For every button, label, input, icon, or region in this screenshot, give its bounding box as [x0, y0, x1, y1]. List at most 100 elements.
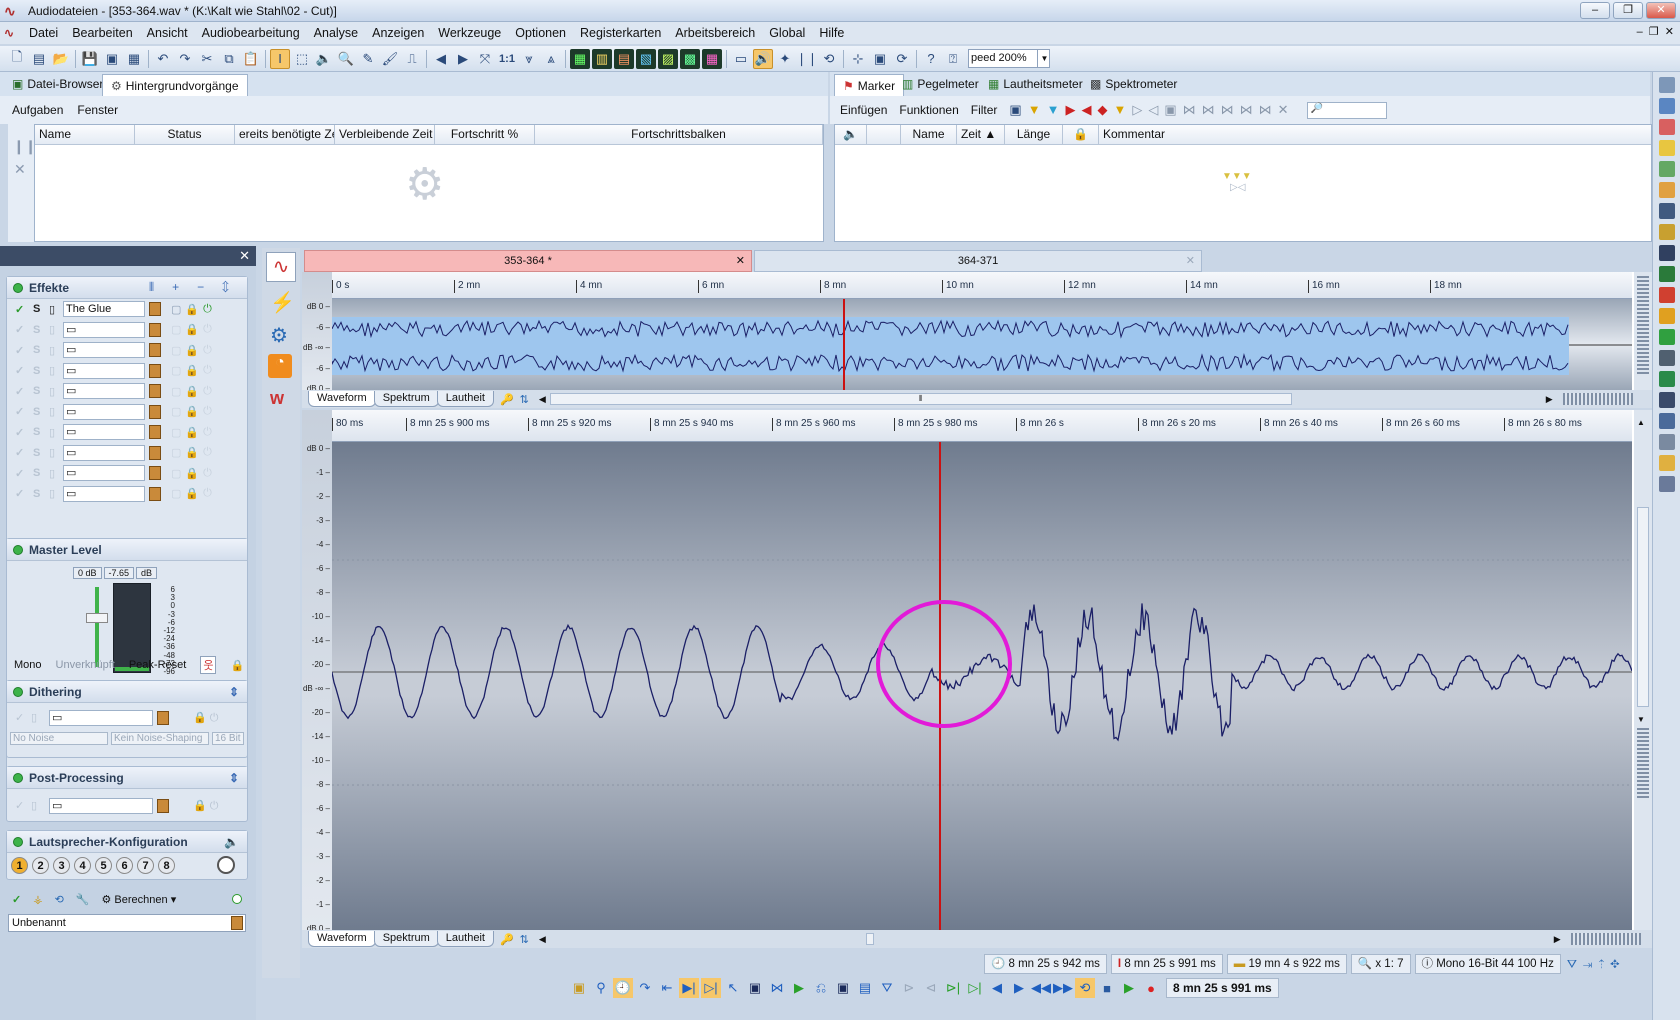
menu-fenster[interactable]: Fenster	[77, 103, 118, 117]
effect-slot-marker-icon[interactable]: ▯	[49, 385, 63, 398]
refresh-icon[interactable]: ⟳	[892, 49, 912, 69]
dithering-power-icon[interactable]	[13, 686, 23, 697]
effect-enable-check-icon[interactable]: ✓	[15, 446, 33, 459]
col-progress[interactable]: Fortschritt %	[435, 125, 535, 144]
effect-solo-button[interactable]: S	[33, 385, 49, 397]
transport-cursor-icon[interactable]: ↖	[723, 978, 743, 998]
speaker-dial-icon[interactable]	[217, 856, 235, 874]
speaker-button-5[interactable]: 5	[95, 856, 112, 874]
overview-tab-waveform[interactable]: Waveform	[308, 391, 376, 407]
effect-window-icon[interactable]: ▢	[171, 323, 181, 336]
mdi-controls[interactable]: – ❐ ✕	[1637, 25, 1674, 38]
doc-tab-353-364[interactable]: 353-364 * ✕	[304, 250, 752, 272]
right-dock-icon-3[interactable]	[1658, 119, 1675, 135]
fader-knob[interactable]	[86, 613, 108, 623]
overview-hscroll[interactable]: ⦀	[549, 393, 1292, 405]
transport-rewind-icon[interactable]: ◀	[987, 978, 1007, 998]
menu-optionen[interactable]: Optionen	[508, 22, 573, 44]
speaker-button-2[interactable]: 2	[32, 856, 49, 874]
marker-tools-icons[interactable]: ▣▼▼▶◀◆▼▷◁▣⋈⋈⋈⋈⋈✕	[1009, 102, 1294, 118]
doc-tab-364-371[interactable]: 364-371 ✕	[754, 250, 1202, 272]
meter-icon-7[interactable]: ▦	[702, 48, 722, 69]
back-icon[interactable]: ◀	[431, 49, 451, 69]
col-marker-length[interactable]: Länge	[1005, 125, 1063, 144]
new-dropdown-icon[interactable]: ▤	[29, 49, 49, 69]
right-dock-icon-17[interactable]	[1658, 413, 1675, 429]
text-cursor-icon[interactable]: I	[270, 48, 290, 69]
tab-hintergrundvorgaenge[interactable]: ⚙ Hintergrundvorgänge	[102, 74, 248, 96]
unlinked-toggle[interactable]: Unverknüpft	[56, 659, 115, 671]
effect-power-icon[interactable]: ⏻	[203, 446, 212, 459]
effect-solo-button[interactable]: S	[33, 303, 49, 315]
right-dock-icon-16[interactable]	[1658, 392, 1675, 408]
effect-slot-marker-icon[interactable]: ▯	[49, 467, 63, 480]
doc-tab-close-icon-2[interactable]: ✕	[1186, 251, 1195, 271]
speaker-button-8[interactable]: 8	[158, 856, 175, 874]
transport-loop-icon[interactable]: ↷	[635, 978, 655, 998]
effect-lock-icon[interactable]: 🔒	[185, 487, 199, 500]
transport-film3-icon[interactable]: ▤	[855, 978, 875, 998]
transport-next-marker-icon[interactable]: ⊲	[921, 978, 941, 998]
close-button[interactable]: ✕	[1646, 2, 1676, 19]
transport-fast-forward-icon[interactable]: ▶▶	[1053, 978, 1073, 998]
effect-slot-marker-icon[interactable]: ▯	[49, 303, 63, 316]
speaker-icon[interactable]: 🔈	[224, 835, 239, 849]
effect-enable-check-icon[interactable]: ✓	[15, 344, 33, 357]
detail-canvas[interactable]	[331, 442, 1633, 930]
columns-icon[interactable]: ❘❘	[796, 49, 818, 69]
detail-tab-waveform[interactable]: Waveform	[308, 931, 376, 947]
menu-global[interactable]: Global	[762, 22, 812, 44]
link-icon[interactable]: ⟲	[55, 893, 64, 906]
meter-icon-5[interactable]: ▨	[658, 48, 678, 69]
effect-slot-marker-icon[interactable]: ▯	[49, 487, 63, 500]
effekte-header-tools[interactable]: ⦀+−⇕	[149, 280, 247, 295]
menu-datei[interactable]: Datei	[22, 22, 65, 44]
transport-skip-icon[interactable]: ⇤	[657, 978, 677, 998]
effect-slot[interactable]: ▭	[63, 321, 145, 338]
doc-tab-close-icon[interactable]: ✕	[736, 251, 745, 271]
overview-canvas[interactable]	[331, 299, 1632, 390]
overview-ruler[interactable]: 0 s 2 mn 4 mn 6 mn 8 mn 10 mn 12 mn 14 mn 16 mn 1…	[332, 272, 1632, 299]
right-dock-icon-13[interactable]	[1658, 329, 1675, 345]
right-dock-icon-12[interactable]	[1658, 308, 1675, 324]
menu-arbeitsbereich[interactable]: Arbeitsbereich	[668, 22, 762, 44]
transport-forward-icon[interactable]: ▶	[1009, 978, 1029, 998]
multitrack-icon[interactable]: ⚡	[270, 290, 295, 315]
effect-slot-marker-icon[interactable]: ▯	[49, 426, 63, 439]
menu-einfuegen[interactable]: Einfügen	[840, 103, 887, 117]
effect-preset-icon[interactable]	[149, 384, 161, 399]
status-play-pos[interactable]: I 8 mn 25 s 991 ms	[1110, 954, 1223, 974]
redo-icon[interactable]: ↷	[175, 49, 195, 69]
meter-icon-3[interactable]: ▤	[614, 48, 634, 69]
detail-sort-icon[interactable]: ⇅	[520, 933, 529, 946]
effect-slot-marker-icon[interactable]: ▯	[49, 446, 63, 459]
post-expand-icon[interactable]: ⇕	[229, 771, 239, 785]
right-dock-icon-9[interactable]	[1658, 245, 1675, 261]
right-dock-icon-14[interactable]	[1658, 350, 1675, 366]
tab-lautheitsmeter[interactable]: ▦ Lautheitsmeter	[980, 73, 1091, 95]
detail-tab-lautheit[interactable]: Lautheit	[436, 931, 494, 947]
transport-bookmark-icon[interactable]: ▣	[569, 978, 589, 998]
menu-ansicht[interactable]: Ansicht	[140, 22, 195, 44]
effect-power-icon[interactable]: ⏻	[203, 344, 212, 357]
right-dock-icon-1[interactable]	[1658, 77, 1675, 93]
open-file-icon[interactable]: 📂	[51, 49, 71, 69]
tab-pegelmeter[interactable]: ▥ Pegelmeter	[894, 73, 987, 95]
effect-slot[interactable]: ▭	[63, 403, 145, 420]
effect-power-icon[interactable]: ⏻	[203, 467, 212, 480]
effect-enable-check-icon[interactable]: ✓	[15, 487, 33, 500]
right-dock-icon-2[interactable]	[1658, 98, 1675, 114]
speed-dropdown-icon[interactable]: ▼	[1038, 49, 1050, 68]
effect-slot-marker-icon[interactable]: ▯	[49, 323, 63, 336]
transport-end-icon[interactable]: ▷|	[965, 978, 985, 998]
effect-preset-icon[interactable]	[149, 343, 161, 358]
detail-hscroll-thumb[interactable]	[865, 933, 874, 945]
col-progressbar[interactable]: Fortschrittsbalken	[535, 125, 823, 144]
effect-lock-icon[interactable]: 🔒	[185, 364, 199, 377]
dithering-preset-icon[interactable]	[157, 710, 169, 725]
save-as-icon[interactable]: ▣	[102, 49, 122, 69]
effect-lock-icon[interactable]: 🔒	[185, 323, 199, 336]
right-dock-icon-7[interactable]	[1658, 203, 1675, 219]
overview-tab-lautheit[interactable]: Lautheit	[436, 391, 494, 407]
effect-solo-button[interactable]: S	[33, 406, 49, 418]
